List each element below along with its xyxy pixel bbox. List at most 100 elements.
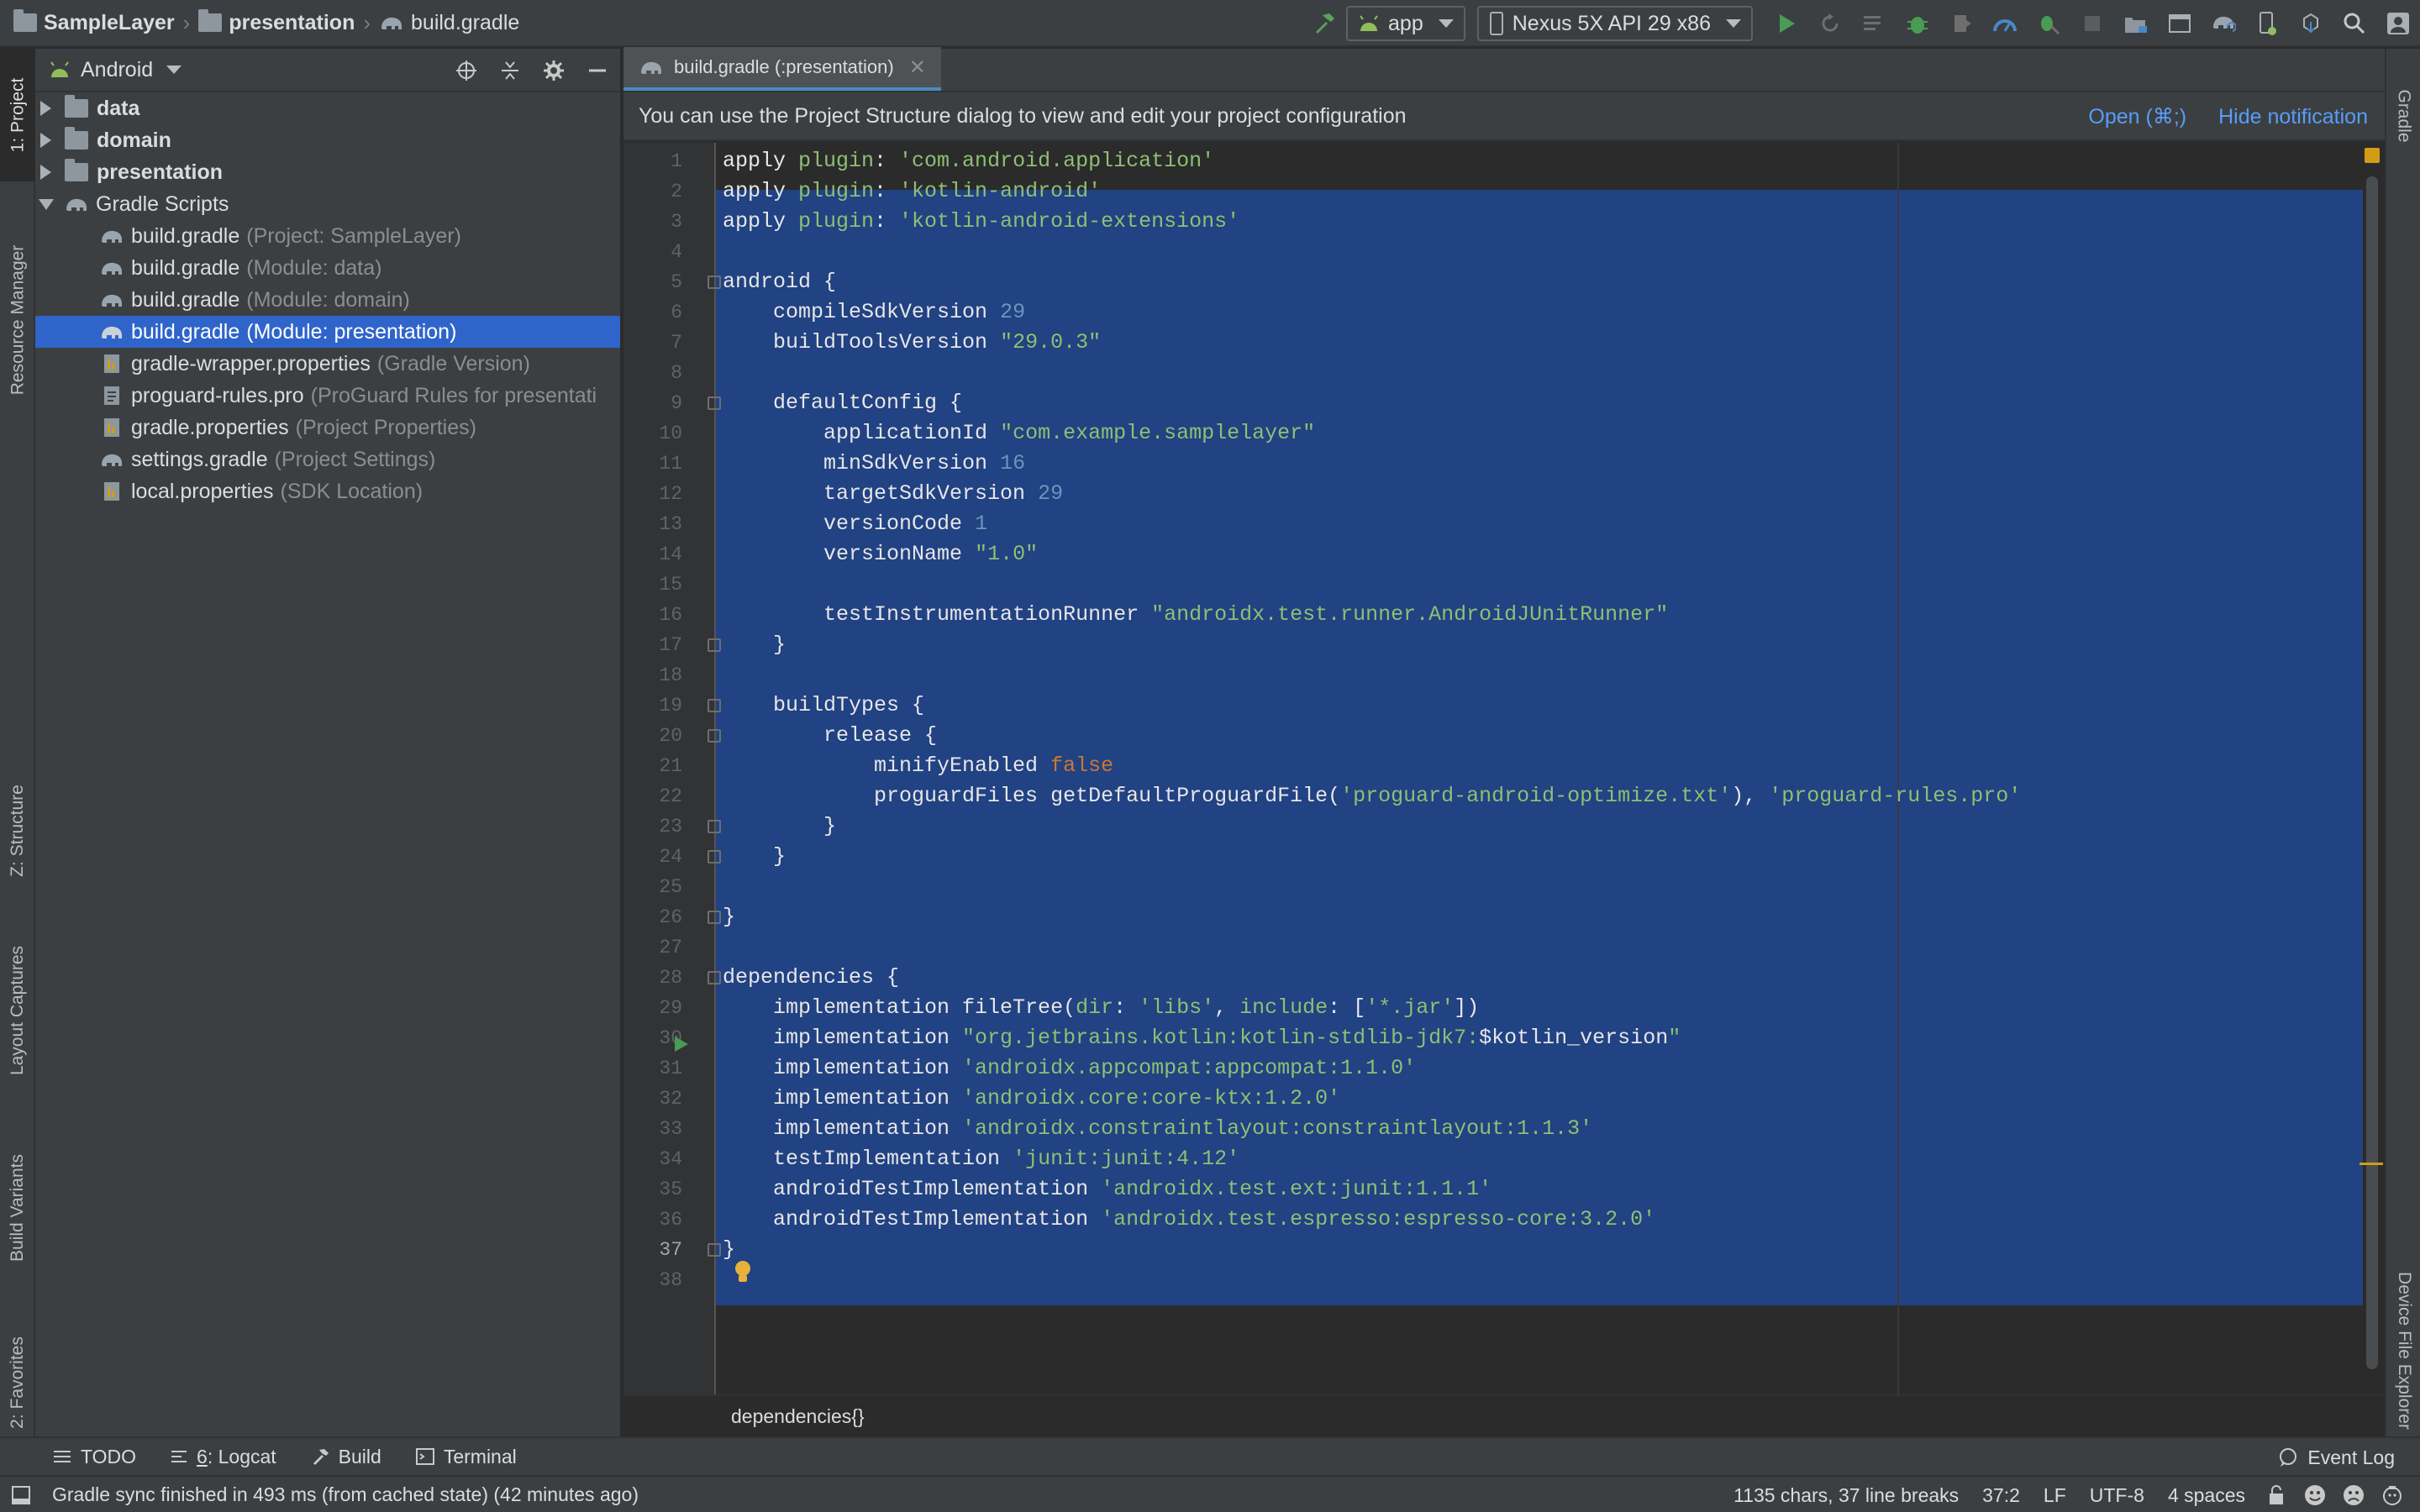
line-number[interactable]: 24 xyxy=(623,842,682,872)
line-number[interactable]: 3 xyxy=(623,207,682,237)
code-fold-marker[interactable] xyxy=(708,1243,721,1257)
line-number[interactable]: 26 xyxy=(623,902,682,932)
collapse-all-button[interactable] xyxy=(496,56,524,85)
make-project-button[interactable] xyxy=(1302,0,1346,47)
line-number[interactable]: 6 xyxy=(623,297,682,328)
line-number[interactable]: 4 xyxy=(623,237,682,267)
code-line[interactable]: apply plugin: 'kotlin-android-extensions… xyxy=(723,207,1239,237)
line-number[interactable]: 18 xyxy=(623,660,682,690)
code-line[interactable]: implementation 'androidx.constraintlayou… xyxy=(723,1114,1592,1144)
tree-item-gradle-scripts[interactable]: Gradle Scripts xyxy=(35,188,620,220)
code-line[interactable]: android { xyxy=(723,267,836,297)
code-line[interactable]: compileSdkVersion 29 xyxy=(723,297,1025,328)
toggle-tool-windows-icon[interactable] xyxy=(10,1484,32,1506)
line-number[interactable]: 14 xyxy=(623,539,682,570)
line-number[interactable]: 28 xyxy=(623,963,682,993)
run-configuration-select[interactable]: app xyxy=(1346,6,1465,41)
tree-item-build-gradle-project[interactable]: build.gradle (Project: SampleLayer) xyxy=(35,220,620,252)
tree-item-data[interactable]: data xyxy=(35,92,620,124)
tab-event-log[interactable]: Event Log xyxy=(2277,1438,2395,1477)
line-number[interactable]: 23 xyxy=(623,811,682,842)
breadcrumb-dependencies[interactable]: dependencies{} xyxy=(731,1405,865,1428)
line-number[interactable]: 11 xyxy=(623,449,682,479)
run-button[interactable] xyxy=(1765,0,1808,47)
frown-feedback-icon[interactable] xyxy=(2339,1481,2368,1509)
breadcrumb-project[interactable]: SampleLayer xyxy=(13,9,175,35)
smile-feedback-icon[interactable] xyxy=(2301,1481,2329,1509)
tab-layout-captures[interactable]: Layout Captures xyxy=(0,900,35,1121)
code-line[interactable]: versionName "1.0" xyxy=(723,539,1038,570)
line-number[interactable]: 7 xyxy=(623,328,682,358)
code-fold-marker[interactable] xyxy=(708,699,721,712)
sync-gradle-button[interactable] xyxy=(2202,0,2245,47)
line-number[interactable]: 38 xyxy=(623,1265,682,1295)
code-line[interactable]: apply plugin: 'kotlin-android' xyxy=(723,176,1101,207)
line-number[interactable]: 19 xyxy=(623,690,682,721)
apply-changes-restart-button[interactable] xyxy=(1808,0,1852,47)
line-number[interactable]: 22 xyxy=(623,781,682,811)
line-separator[interactable]: LF xyxy=(2032,1484,2078,1507)
tab-todo[interactable]: TODO xyxy=(35,1437,153,1476)
line-number[interactable]: 25 xyxy=(623,872,682,902)
line-number[interactable]: 21 xyxy=(623,751,682,781)
project-view-select[interactable]: Android xyxy=(81,58,153,82)
code-line[interactable]: } xyxy=(723,630,786,660)
vertical-scrollbar[interactable] xyxy=(2360,143,2385,1394)
code-line[interactable]: apply plugin: 'com.android.application' xyxy=(723,146,1214,176)
status-message[interactable]: Gradle sync finished in 493 ms (from cac… xyxy=(0,1483,639,1506)
code-editor[interactable]: 1 apply plugin: 'com.android.application'… xyxy=(623,143,2385,1394)
tab-gradle[interactable]: Gradle xyxy=(2386,57,2420,175)
debug-button[interactable] xyxy=(1896,0,1939,47)
tree-item-presentation[interactable]: presentation xyxy=(35,156,620,188)
device-select[interactable]: Nexus 5X API 29 x86 xyxy=(1476,6,1753,41)
attach-debugger-button[interactable] xyxy=(2027,0,2070,47)
account-button[interactable] xyxy=(2376,0,2420,47)
code-fold-marker[interactable] xyxy=(708,911,721,924)
code-line[interactable]: versionCode 1 xyxy=(723,509,987,539)
code-line[interactable]: buildTypes { xyxy=(723,690,924,721)
code-fold-marker[interactable] xyxy=(708,396,721,410)
line-number[interactable]: 35 xyxy=(623,1174,682,1205)
close-tab-icon[interactable]: ✕ xyxy=(909,55,926,80)
code-line[interactable]: release { xyxy=(723,721,937,751)
line-number[interactable]: 13 xyxy=(623,509,682,539)
code-fold-marker[interactable] xyxy=(708,729,721,743)
line-number[interactable]: 17 xyxy=(623,630,682,660)
tab-logcat[interactable]: 6: Logcat xyxy=(153,1437,293,1476)
code-line[interactable]: androidTestImplementation 'androidx.test… xyxy=(723,1205,1655,1235)
search-everywhere-button[interactable] xyxy=(2333,0,2376,47)
line-number[interactable]: 15 xyxy=(623,570,682,600)
read-only-lock-icon[interactable] xyxy=(2262,1481,2291,1509)
code-line[interactable]: targetSdkVersion 29 xyxy=(723,479,1063,509)
code-line[interactable]: implementation fileTree(dir: 'libs', inc… xyxy=(723,993,1479,1023)
code-fold-marker[interactable] xyxy=(708,971,721,984)
code-line[interactable]: implementation "org.jetbrains.kotlin:kot… xyxy=(723,1023,1681,1053)
code-line[interactable]: defaultConfig { xyxy=(723,388,962,418)
line-number[interactable]: 16 xyxy=(623,600,682,630)
apply-code-changes-button[interactable] xyxy=(1852,0,1896,47)
tree-item-domain[interactable]: domain xyxy=(35,124,620,156)
code-line[interactable]: testImplementation 'junit:junit:4.12' xyxy=(723,1144,1239,1174)
open-project-structure-link[interactable]: Open (⌘;) xyxy=(2088,104,2186,129)
expand-arrow-icon[interactable] xyxy=(40,165,51,180)
tab-project[interactable]: 1: Project xyxy=(0,49,35,181)
avd-manager-button[interactable] xyxy=(2158,0,2202,47)
error-stripe-marker[interactable] xyxy=(2360,1163,2383,1165)
run-gutter-icon[interactable] xyxy=(671,1034,691,1054)
code-line[interactable]: } xyxy=(723,902,735,932)
line-number[interactable]: 2 xyxy=(623,176,682,207)
caret-position[interactable]: 37:2 xyxy=(1970,1484,2032,1507)
tree-item-gradle-properties[interactable]: gradle.properties (Project Properties) xyxy=(35,412,620,444)
indent-setting[interactable]: 4 spaces xyxy=(2156,1484,2257,1507)
locate-file-button[interactable] xyxy=(452,56,481,85)
scrollbar-thumb[interactable] xyxy=(2366,176,2378,1369)
stop-button[interactable] xyxy=(2070,0,2114,47)
code-line[interactable]: applicationId "com.example.samplelayer" xyxy=(723,418,1315,449)
sdk-manager-button[interactable] xyxy=(2289,0,2333,47)
line-number[interactable]: 1 xyxy=(623,146,682,176)
chevron-down-icon[interactable] xyxy=(166,66,182,74)
line-number[interactable]: 32 xyxy=(623,1084,682,1114)
collapse-arrow-icon[interactable] xyxy=(39,198,54,210)
line-number[interactable]: 8 xyxy=(623,358,682,388)
code-line[interactable]: } xyxy=(723,842,786,872)
